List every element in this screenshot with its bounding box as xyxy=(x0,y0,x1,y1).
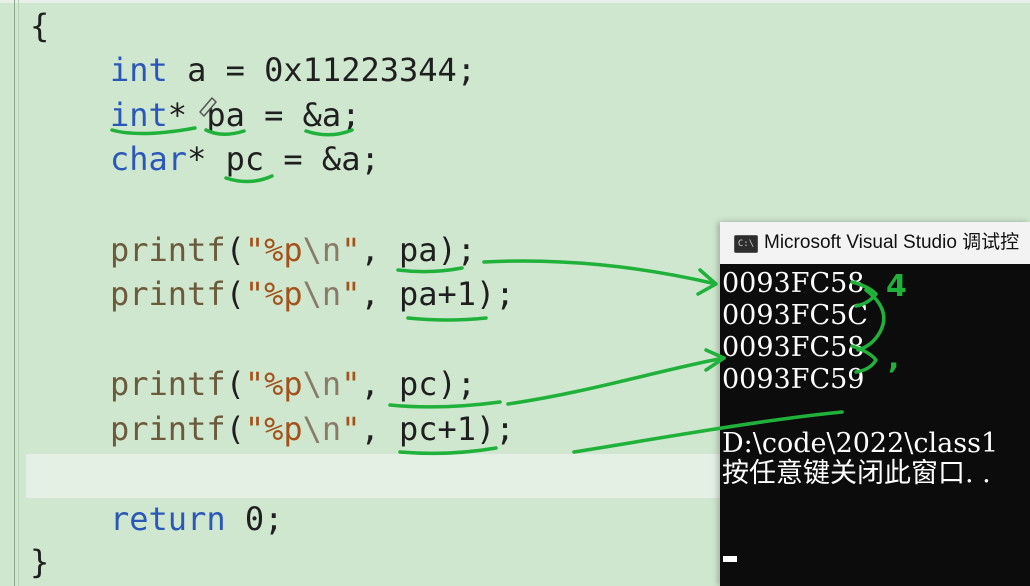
brace-close: } xyxy=(30,543,50,581)
console-title: Microsoft Visual Studio 调试控 xyxy=(764,232,1020,253)
code-line-printf-pc[interactable]: printf("%p\n", pc); xyxy=(110,362,476,406)
string-quote: " xyxy=(341,365,361,403)
code-line-printf-pc1[interactable]: printf("%p\n", pc+1); xyxy=(110,407,515,451)
console-prompt-line: 按任意键关闭此窗口. . xyxy=(722,458,991,489)
function-printf: printf xyxy=(110,231,226,269)
console-app-icon: C:\ xyxy=(734,235,758,253)
printf-args: , pa+1); xyxy=(360,275,515,313)
editor-top-border xyxy=(0,0,1030,3)
editor-gutter-line xyxy=(14,0,15,586)
code-line-printf-pa[interactable]: printf("%p\n", pa); xyxy=(110,228,476,272)
paren: ( xyxy=(225,275,245,313)
decl-pa-text: * pa = &a; xyxy=(167,96,361,134)
paren: ( xyxy=(225,410,245,448)
format-string: "%p xyxy=(244,275,303,313)
console-output-line: 0093FC58 xyxy=(722,332,865,363)
paren: ( xyxy=(225,365,245,403)
console-output-line: 0093FC59 xyxy=(722,364,865,395)
code-line-decl-pa[interactable]: int* pa = &a; xyxy=(110,93,360,137)
code-line-close-brace[interactable]: } xyxy=(30,540,49,584)
printf-args: , pc); xyxy=(360,365,477,403)
function-printf: printf xyxy=(110,410,226,448)
printf-args: , pa); xyxy=(360,231,477,269)
code-line-printf-pa1[interactable]: printf("%p\n", pa+1); xyxy=(110,272,515,316)
return-value: 0; xyxy=(225,500,284,538)
decl-a-text: a = 0x11223344; xyxy=(167,51,477,89)
string-quote: " xyxy=(341,231,361,269)
escape-sequence: \n xyxy=(302,231,342,269)
function-printf: printf xyxy=(110,275,226,313)
console-path-line: D:\code\2022\class1 xyxy=(722,428,999,459)
code-line-decl-pc[interactable]: char* pc = &a; xyxy=(110,137,380,181)
escape-sequence: \n xyxy=(302,410,342,448)
format-string: "%p xyxy=(244,410,303,448)
console-output-area[interactable]: 0093FC58 0093FC5C 0093FC58 0093FC59 D:\c… xyxy=(720,264,1030,586)
code-line-open-brace[interactable]: { xyxy=(30,4,49,48)
escape-sequence: \n xyxy=(302,365,342,403)
decl-pc-text: * pc = &a; xyxy=(187,140,380,178)
keyword-int: int xyxy=(110,96,168,134)
console-titlebar[interactable]: C:\ Microsoft Visual Studio 调试控 xyxy=(720,222,1030,265)
escape-sequence: \n xyxy=(302,275,342,313)
editor-outline-line xyxy=(18,0,19,586)
brace-open: { xyxy=(30,7,50,45)
code-line-decl-a[interactable]: int a = 0x11223344; xyxy=(110,48,476,92)
debug-console-window[interactable]: C:\ Microsoft Visual Studio 调试控 0093FC58… xyxy=(720,222,1030,586)
format-string: "%p xyxy=(244,365,303,403)
console-output-line: 0093FC58 xyxy=(722,268,865,299)
string-quote: " xyxy=(341,275,361,313)
string-quote: " xyxy=(341,410,361,448)
paren: ( xyxy=(225,231,245,269)
console-cursor xyxy=(723,556,737,562)
keyword-char: char xyxy=(110,140,188,178)
format-string: "%p xyxy=(244,231,303,269)
function-printf: printf xyxy=(110,365,226,403)
keyword-return: return xyxy=(110,500,226,538)
console-output-line: 0093FC5C xyxy=(722,300,868,331)
printf-args: , pc+1); xyxy=(360,410,515,448)
keyword-int: int xyxy=(110,51,168,89)
code-line-return[interactable]: return 0; xyxy=(110,497,283,541)
